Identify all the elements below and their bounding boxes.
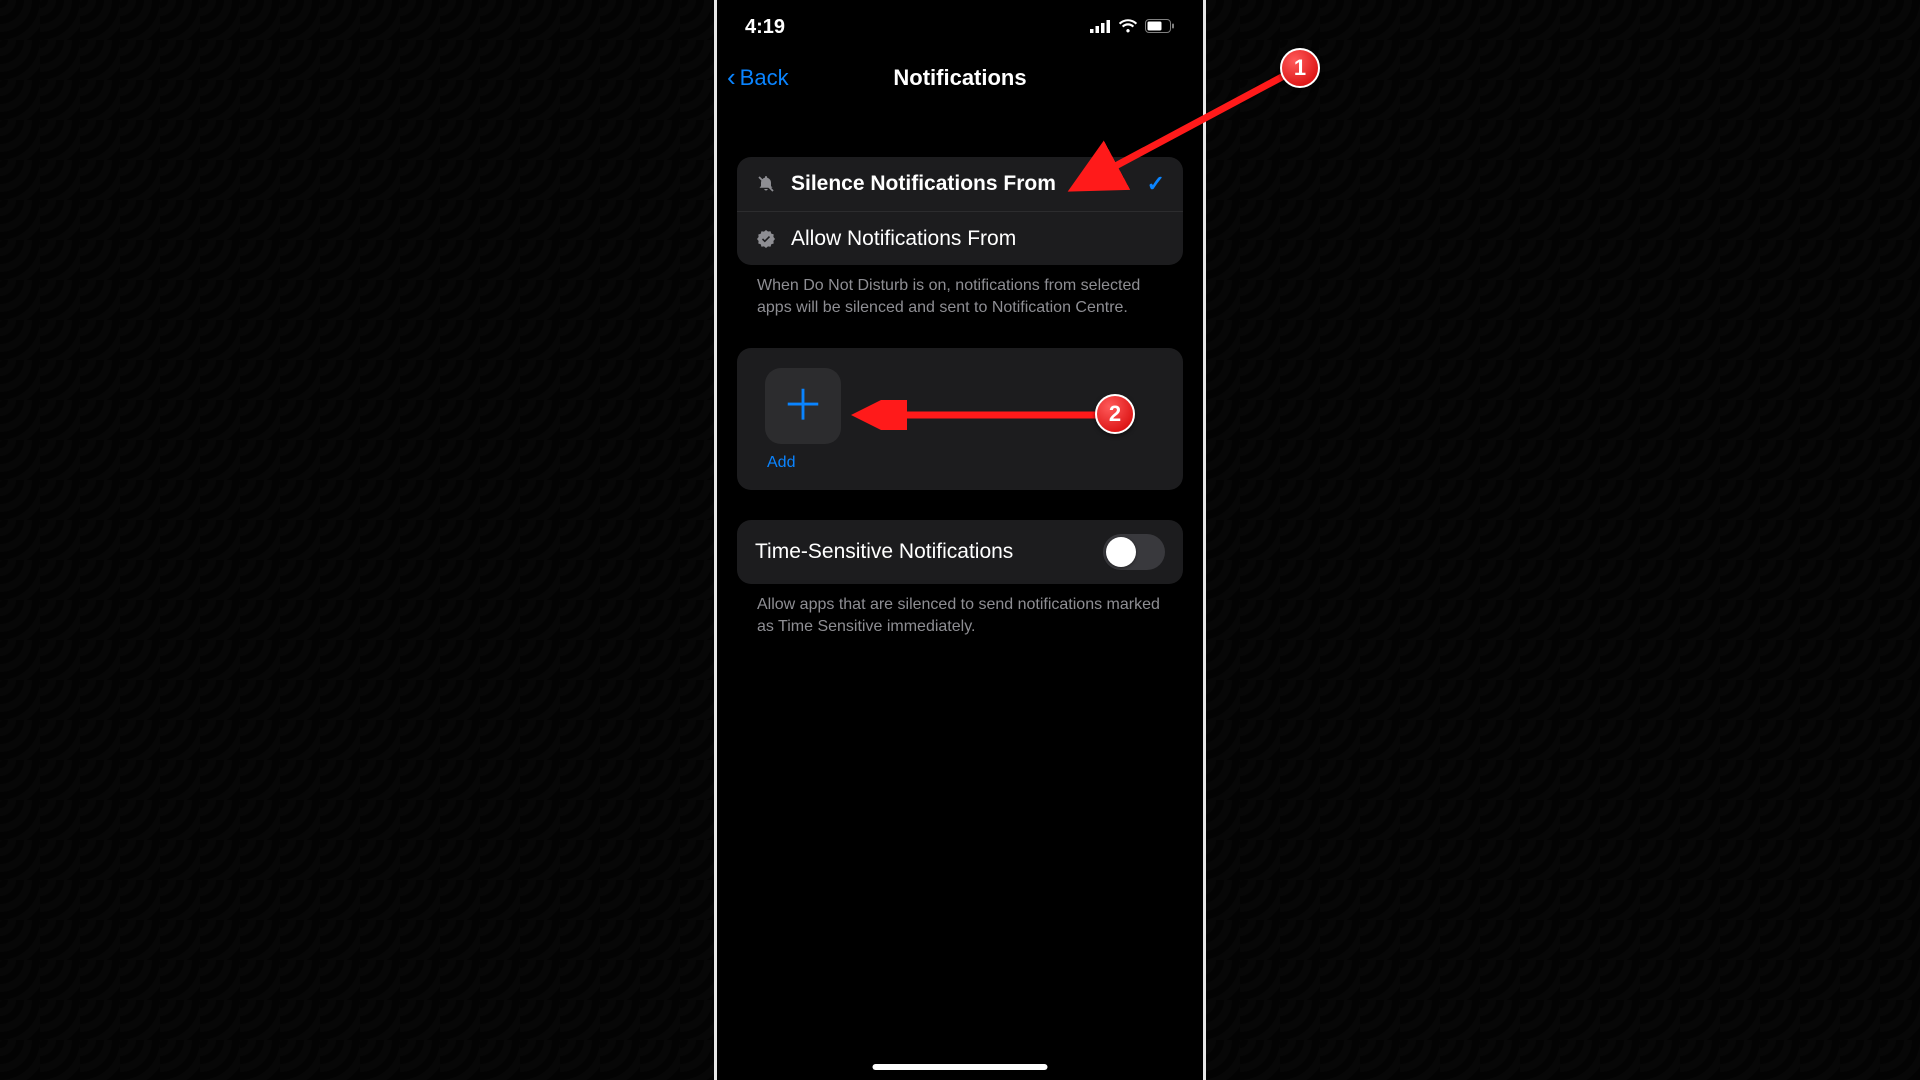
- time-sensitive-label: Time-Sensitive Notifications: [755, 540, 1103, 564]
- time-sensitive-group: Time-Sensitive Notifications: [737, 520, 1183, 584]
- notification-mode-group: Silence Notifications From ✓ Allow Notif…: [737, 157, 1183, 265]
- toggle-knob: [1106, 537, 1136, 567]
- back-label: Back: [740, 65, 789, 91]
- add-label: Add: [767, 454, 1155, 472]
- time-sensitive-toggle[interactable]: [1103, 534, 1165, 570]
- status-bar: 4:19: [717, 0, 1203, 54]
- battery-icon: [1145, 16, 1175, 39]
- allow-notifications-option[interactable]: Allow Notifications From: [737, 211, 1183, 265]
- add-app-button[interactable]: ＋: [765, 368, 841, 444]
- bell-slash-icon: [755, 173, 777, 195]
- chevron-left-icon: ‹: [727, 64, 736, 90]
- home-indicator[interactable]: [873, 1064, 1048, 1070]
- checkmark-seal-icon: [755, 228, 777, 250]
- apps-group: ＋ Add: [737, 348, 1183, 490]
- silence-notifications-option[interactable]: Silence Notifications From ✓: [737, 157, 1183, 211]
- checkmark-icon: ✓: [1147, 171, 1165, 197]
- silence-label: Silence Notifications From: [791, 172, 1133, 196]
- cellular-icon: [1090, 16, 1111, 39]
- allow-label: Allow Notifications From: [791, 227, 1165, 251]
- status-time: 4:19: [745, 16, 785, 39]
- navigation-bar: ‹ Back Notifications: [717, 54, 1203, 102]
- mode-footer-text: When Do Not Disturb is on, notifications…: [737, 265, 1183, 318]
- page-title: Notifications: [893, 65, 1026, 91]
- status-indicators: [1090, 16, 1175, 39]
- back-button[interactable]: ‹ Back: [727, 65, 789, 91]
- time-sensitive-footer: Allow apps that are silenced to send not…: [737, 584, 1183, 637]
- phone-frame: 4:19 ‹ Back Notifications Silenc: [714, 0, 1206, 1080]
- wifi-icon: [1118, 16, 1138, 39]
- plus-icon: ＋: [782, 385, 824, 427]
